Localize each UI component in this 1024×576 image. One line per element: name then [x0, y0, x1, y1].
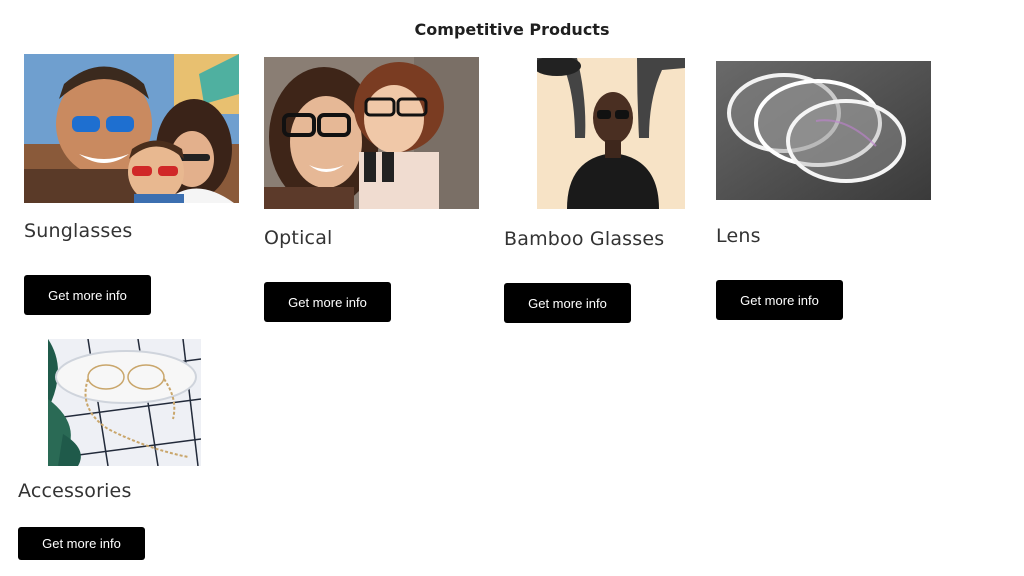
get-more-info-button-sunglasses[interactable]: Get more info [24, 275, 151, 315]
product-name-optical: Optical [264, 227, 333, 249]
product-name-lens: Lens [716, 225, 761, 247]
get-more-info-button-bamboo-glasses[interactable]: Get more info [504, 283, 631, 323]
product-name-bamboo-glasses: Bamboo Glasses [504, 228, 665, 250]
accessories-glasses-chain-photo[interactable] [48, 339, 201, 466]
product-name-accessories: Accessories [18, 480, 132, 502]
sunglasses-family-photo[interactable] [24, 54, 239, 203]
get-more-info-button-optical[interactable]: Get more info [264, 282, 391, 322]
get-more-info-button-accessories[interactable]: Get more info [18, 527, 145, 560]
optical-mother-child-photo[interactable] [264, 57, 479, 209]
page-title: Competitive Products [414, 20, 610, 39]
lens-photo[interactable] [716, 61, 931, 200]
bamboo-glasses-man-photo[interactable] [537, 58, 685, 209]
product-name-sunglasses: Sunglasses [24, 220, 133, 242]
get-more-info-button-lens[interactable]: Get more info [716, 280, 843, 320]
